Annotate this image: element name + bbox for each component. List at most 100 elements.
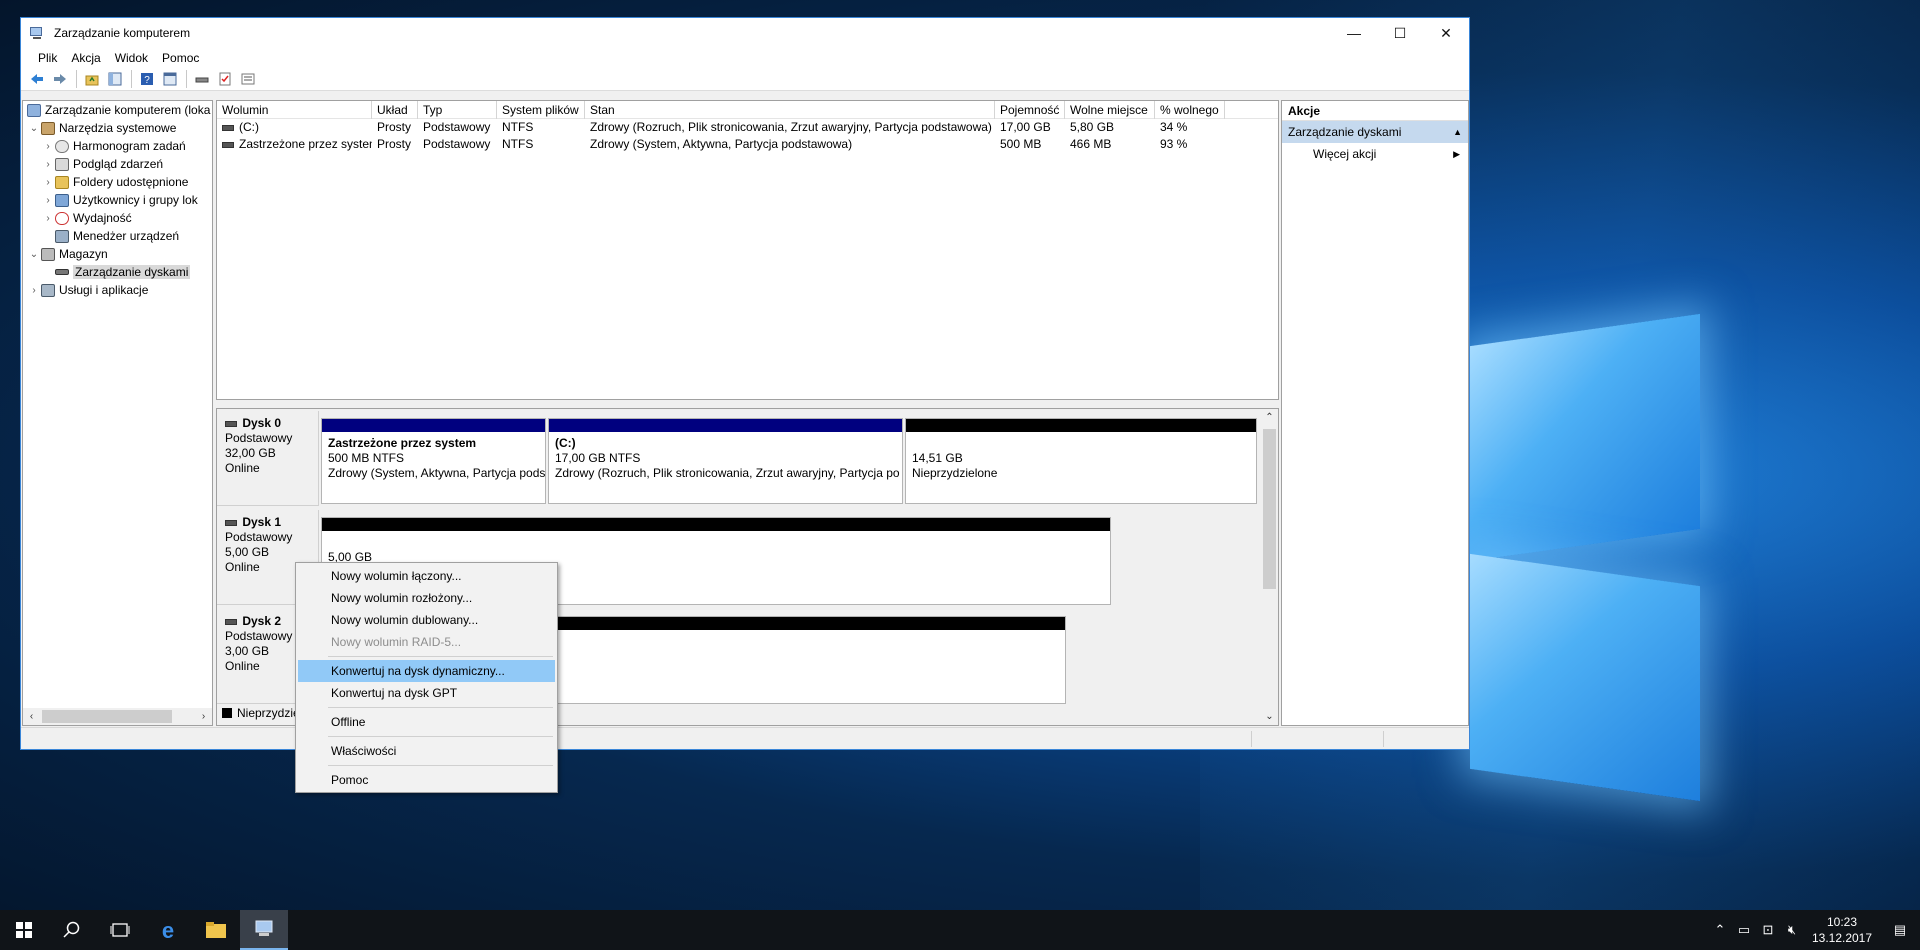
minimize-button[interactable]: — — [1331, 18, 1377, 48]
edge-taskbar-button[interactable]: e — [144, 910, 192, 950]
scroll-right-icon[interactable]: › — [195, 711, 212, 722]
up-button[interactable] — [81, 69, 103, 89]
chevron-right-icon[interactable]: › — [41, 177, 55, 188]
partition-c[interactable]: (C:) 17,00 GB NTFS Zdrowy (Rozruch, Plik… — [548, 418, 903, 504]
menu-file[interactable]: Plik — [31, 51, 64, 65]
column-header-layout[interactable]: Układ — [372, 101, 418, 119]
chevron-right-icon[interactable]: › — [41, 159, 55, 170]
chevron-down-icon[interactable]: ⌄ — [27, 123, 41, 134]
tree-item-users-groups[interactable]: › Użytkownicy i grupy lok — [23, 191, 212, 209]
menu-new-spanned-volume[interactable]: Nowy wolumin łączony... — [298, 565, 555, 587]
disk-0-label[interactable]: Dysk 0 Podstawowy 32,00 GB Online — [217, 411, 319, 506]
chevron-right-icon[interactable]: › — [41, 213, 55, 224]
tree-item-device-manager[interactable]: Menedżer urządzeń — [23, 227, 212, 245]
partition-system-reserved[interactable]: Zastrzeżone przez system 500 MB NTFS Zdr… — [321, 418, 546, 504]
actions-section-disk-management[interactable]: Zarządzanie dyskami ▲ — [1282, 121, 1468, 143]
tree-item-computer-management[interactable]: Zarządzanie komputerem (loka — [23, 101, 212, 119]
battery-icon[interactable]: ▭ — [1732, 910, 1756, 950]
menu-new-striped-volume[interactable]: Nowy wolumin rozłożony... — [298, 587, 555, 609]
computer-management-icon — [255, 920, 273, 936]
network-icon[interactable]: ⊡ — [1756, 910, 1780, 950]
scroll-thumb[interactable] — [42, 710, 172, 723]
computer-management-taskbar-button[interactable] — [240, 910, 288, 950]
tree-item-storage[interactable]: ⌄ Magazyn — [23, 245, 212, 263]
disk-map-vertical-scrollbar[interactable]: ⌃ ⌄ — [1261, 409, 1278, 725]
column-header-status[interactable]: Stan — [585, 101, 995, 119]
menu-new-mirrored-volume[interactable]: Nowy wolumin dublowany... — [298, 609, 555, 631]
tree-item-event-viewer[interactable]: › Podgląd zdarzeń — [23, 155, 212, 173]
search-button[interactable] — [48, 910, 96, 950]
action-center-icon[interactable]: ▤ — [1880, 910, 1920, 950]
close-button[interactable]: ✕ — [1423, 18, 1469, 48]
menu-action[interactable]: Akcja — [64, 51, 107, 65]
column-header-percent-free[interactable]: % wolnego — [1155, 101, 1225, 119]
show-tree-icon — [108, 72, 122, 86]
volume-muted-icon[interactable]: 🔇︎ — [1780, 910, 1804, 950]
menu-bar: Plik Akcja Widok Pomoc — [21, 48, 1469, 68]
volume-percent-free: 34 % — [1160, 120, 1188, 134]
help-button[interactable]: ? — [136, 69, 158, 89]
more-actions[interactable]: Więcej akcji ▶ — [1282, 143, 1468, 165]
file-explorer-taskbar-button[interactable] — [192, 910, 240, 950]
clock[interactable]: 10:23 13.12.2017 — [1804, 914, 1880, 946]
tree-item-shared-folders[interactable]: › Foldery udostępnione — [23, 173, 212, 191]
chevron-right-icon[interactable]: › — [41, 195, 55, 206]
collapse-up-icon[interactable]: ▲ — [1453, 121, 1462, 143]
column-header-capacity[interactable]: Pojemność — [995, 101, 1065, 119]
disk-size: 32,00 GB — [225, 446, 276, 460]
chevron-right-icon[interactable]: › — [27, 285, 41, 296]
tree-item-performance[interactable]: › Wydajność — [23, 209, 212, 227]
column-header-type[interactable]: Typ — [418, 101, 497, 119]
chevron-down-icon[interactable]: ⌄ — [27, 249, 41, 260]
windows-start-icon — [16, 922, 32, 938]
drive-icon — [222, 141, 234, 148]
chevron-right-icon[interactable]: › — [41, 141, 55, 152]
show-hidden-icons-icon[interactable]: ⌃ — [1708, 910, 1732, 950]
disk-button[interactable] — [191, 69, 213, 89]
show-tree-button[interactable] — [104, 69, 126, 89]
task-view-icon — [110, 923, 130, 937]
tree-item-task-scheduler[interactable]: › Harmonogram zadań — [23, 137, 212, 155]
tree-item-system-tools[interactable]: ⌄ Narzędzia systemowe — [23, 119, 212, 137]
title-bar[interactable]: Zarządzanie komputerem — ☐ ✕ — [21, 18, 1469, 48]
tree-label: Wydajność — [73, 211, 132, 225]
pane-splitter[interactable] — [216, 402, 1279, 406]
menu-help[interactable]: Pomoc — [298, 769, 555, 791]
menu-convert-dynamic[interactable]: Konwertuj na dysk dynamiczny... — [298, 660, 555, 682]
menu-view[interactable]: Widok — [108, 51, 155, 65]
properties-button[interactable] — [237, 69, 259, 89]
help-icon: ? — [141, 73, 153, 86]
scroll-up-icon[interactable]: ⌃ — [1261, 409, 1278, 426]
tree-item-services-apps[interactable]: › Usługi i aplikacje — [23, 281, 212, 299]
scroll-thumb[interactable] — [1263, 429, 1276, 589]
menu-offline[interactable]: Offline — [298, 711, 555, 733]
menu-properties[interactable]: Właściwości — [298, 740, 555, 762]
column-header-volume[interactable]: Wolumin — [217, 101, 372, 119]
start-button[interactable] — [0, 910, 48, 950]
back-button[interactable] — [26, 69, 48, 89]
menu-help[interactable]: Pomoc — [155, 51, 206, 65]
scroll-down-icon[interactable]: ⌄ — [1261, 708, 1278, 725]
properties-icon — [241, 73, 255, 85]
forward-button[interactable] — [49, 69, 71, 89]
volume-filesystem: NTFS — [502, 120, 534, 134]
check-button[interactable] — [214, 69, 236, 89]
show-pane-button[interactable] — [159, 69, 181, 89]
menu-convert-gpt[interactable]: Konwertuj na dysk GPT — [298, 682, 555, 704]
scroll-left-icon[interactable]: ‹ — [23, 711, 40, 722]
volume-filesystem: NTFS — [502, 137, 534, 151]
toolbar-separator — [131, 70, 132, 88]
column-header-free-space[interactable]: Wolne miejsce — [1065, 101, 1155, 119]
task-view-button[interactable] — [96, 910, 144, 950]
column-header-filesystem[interactable]: System plików — [497, 101, 585, 119]
volume-row[interactable]: (C:) Prosty Podstawowy NTFS Zdrowy (Rozr… — [217, 119, 1278, 136]
tree-item-disk-management[interactable]: Zarządzanie dyskami — [23, 263, 212, 281]
partition-unallocated-disk0[interactable]: 14,51 GB Nieprzydzielone — [905, 418, 1257, 504]
maximize-button[interactable]: ☐ — [1377, 18, 1423, 48]
forward-icon — [54, 74, 66, 84]
tree-label: Usługi i aplikacje — [59, 283, 149, 297]
disk-icon — [225, 618, 237, 625]
submenu-arrow-icon: ▶ — [1453, 149, 1460, 159]
volume-row[interactable]: Zastrzeżone przez system Prosty Podstawo… — [217, 136, 1278, 153]
tree-horizontal-scrollbar[interactable]: ‹ › — [23, 708, 212, 725]
